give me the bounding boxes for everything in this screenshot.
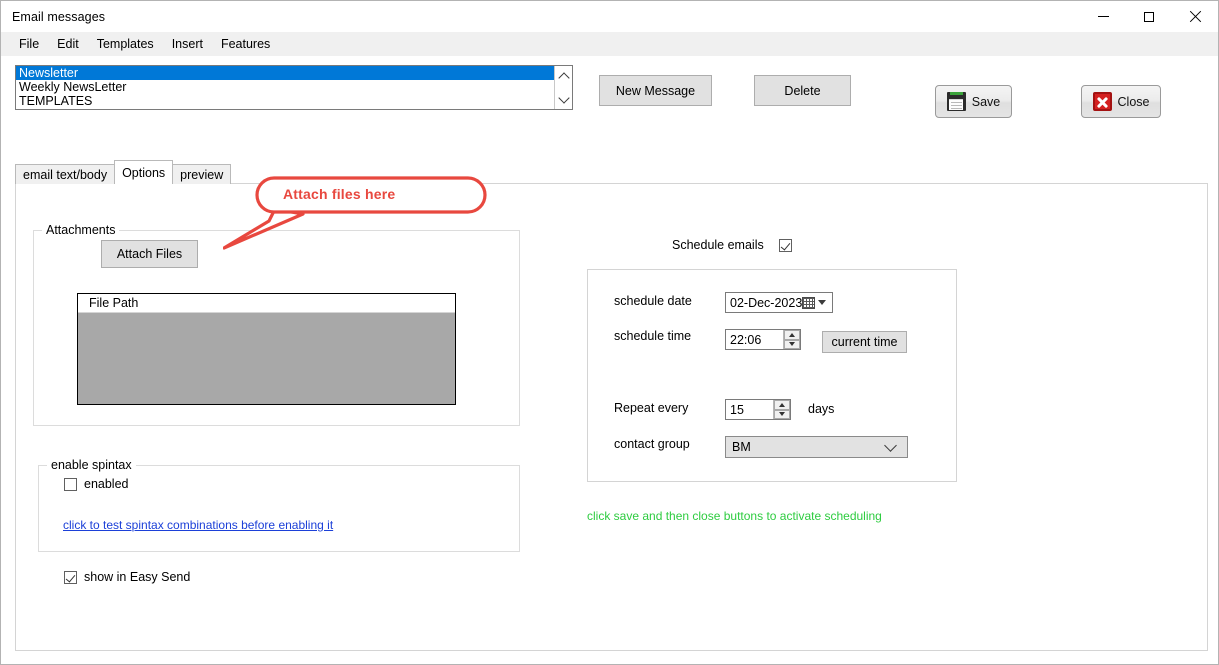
- contact-group-value: BM: [732, 440, 751, 454]
- scheduling-hint-text: click save and then close buttons to act…: [587, 509, 882, 523]
- checkbox-icon: [64, 477, 77, 491]
- save-button[interactable]: Save: [935, 85, 1012, 118]
- close-icon: [1189, 11, 1201, 23]
- tab-strip: email text/body Options preview: [15, 160, 232, 184]
- window-title: Email messages: [12, 9, 106, 24]
- list-item[interactable]: Weekly NewsLetter: [16, 80, 554, 94]
- menu-item-edit[interactable]: Edit: [48, 34, 88, 54]
- window-close-button[interactable]: [1172, 1, 1218, 32]
- schedule-date-label: schedule date: [614, 294, 692, 308]
- schedule-date-input[interactable]: 02-Dec-2023: [725, 292, 833, 313]
- tab-preview[interactable]: preview: [172, 164, 232, 184]
- list-item[interactable]: Newsletter: [16, 66, 554, 80]
- repeat-every-input[interactable]: 15: [725, 399, 791, 420]
- repeat-unit-label: days: [808, 402, 835, 416]
- checkbox-checked-icon: [778, 238, 792, 252]
- window-controls: [1080, 1, 1218, 32]
- maximize-button[interactable]: [1126, 1, 1172, 32]
- new-message-button[interactable]: New Message: [599, 75, 712, 106]
- spinner-up-button[interactable]: [784, 330, 800, 340]
- menu-item-features[interactable]: Features: [212, 34, 279, 54]
- schedule-date-value: 02-Dec-2023: [730, 295, 803, 310]
- repeat-spinner[interactable]: [773, 400, 790, 419]
- schedule-time-input[interactable]: 22:06: [725, 329, 801, 350]
- spintax-enabled-checkbox[interactable]: enabled: [64, 477, 129, 491]
- schedule-time-value: 22:06: [730, 332, 762, 347]
- menu-item-templates[interactable]: Templates: [88, 34, 163, 54]
- template-listbox[interactable]: Newsletter Weekly NewsLetter TEMPLATES: [15, 65, 573, 110]
- tab-options[interactable]: Options: [114, 160, 174, 184]
- schedule-emails-checkbox[interactable]: Schedule emails: [672, 238, 792, 252]
- close-button-label: Close: [1117, 94, 1150, 109]
- triangle-up-icon: [789, 332, 795, 337]
- floppy-disk-icon: [946, 92, 966, 111]
- list-item[interactable]: TEMPLATES: [16, 94, 554, 108]
- repeat-every-label: Repeat every: [614, 401, 689, 415]
- red-x-icon: [1092, 92, 1112, 111]
- contact-group-label: contact group: [614, 437, 690, 451]
- spinner-down-button[interactable]: [784, 339, 800, 349]
- current-time-button[interactable]: current time: [822, 331, 907, 353]
- title-bar: Email messages: [1, 1, 1218, 32]
- repeat-every-value: 15: [730, 402, 744, 417]
- triangle-up-icon: [779, 402, 785, 407]
- show-in-easy-send-checkbox[interactable]: show in Easy Send: [64, 570, 190, 584]
- spintax-group-title: enable spintax: [47, 458, 136, 472]
- maximize-icon: [1144, 11, 1154, 22]
- listbox-scrollbar[interactable]: [554, 66, 572, 109]
- triangle-down-icon: [789, 342, 795, 347]
- scroll-down-button[interactable]: [555, 89, 572, 109]
- spintax-test-link[interactable]: click to test spintax combinations befor…: [63, 518, 333, 532]
- email-messages-window: Email messages File Edit Templates Inser…: [0, 0, 1219, 665]
- delete-button[interactable]: Delete: [754, 75, 851, 106]
- spinner-down-button[interactable]: [774, 409, 790, 419]
- attachments-group-title: Attachments: [42, 223, 120, 237]
- spintax-enabled-label: enabled: [84, 477, 129, 491]
- template-list-items: Newsletter Weekly NewsLetter TEMPLATES: [16, 66, 554, 109]
- menu-item-insert[interactable]: Insert: [163, 34, 212, 54]
- save-button-label: Save: [971, 94, 1001, 109]
- menu-item-file[interactable]: File: [10, 34, 48, 54]
- time-spinner[interactable]: [783, 330, 800, 349]
- attached-files-list[interactable]: File Path: [77, 293, 456, 405]
- scroll-up-button[interactable]: [555, 66, 572, 86]
- contact-group-select[interactable]: BM: [725, 436, 908, 458]
- attach-files-button[interactable]: Attach Files: [101, 240, 198, 268]
- schedule-time-label: schedule time: [614, 329, 692, 343]
- spinner-up-button[interactable]: [774, 400, 790, 410]
- file-path-column-header: File Path: [78, 294, 455, 313]
- show-in-easy-send-label: show in Easy Send: [84, 570, 191, 584]
- schedule-emails-label: Schedule emails: [672, 238, 764, 252]
- close-button[interactable]: Close: [1081, 85, 1161, 118]
- triangle-down-icon: [779, 412, 785, 417]
- minimize-icon: [1097, 16, 1109, 17]
- menu-bar: File Edit Templates Insert Features: [1, 32, 1218, 56]
- chevron-down-icon: [557, 91, 570, 104]
- calendar-icon[interactable]: [802, 296, 816, 309]
- tab-email-text-body[interactable]: email text/body: [15, 164, 116, 184]
- chevron-down-icon[interactable]: [818, 300, 827, 305]
- checkbox-checked-icon: [64, 570, 77, 584]
- minimize-button[interactable]: [1080, 1, 1126, 32]
- chevron-down-icon: [884, 438, 897, 452]
- chevron-up-icon: [557, 71, 570, 84]
